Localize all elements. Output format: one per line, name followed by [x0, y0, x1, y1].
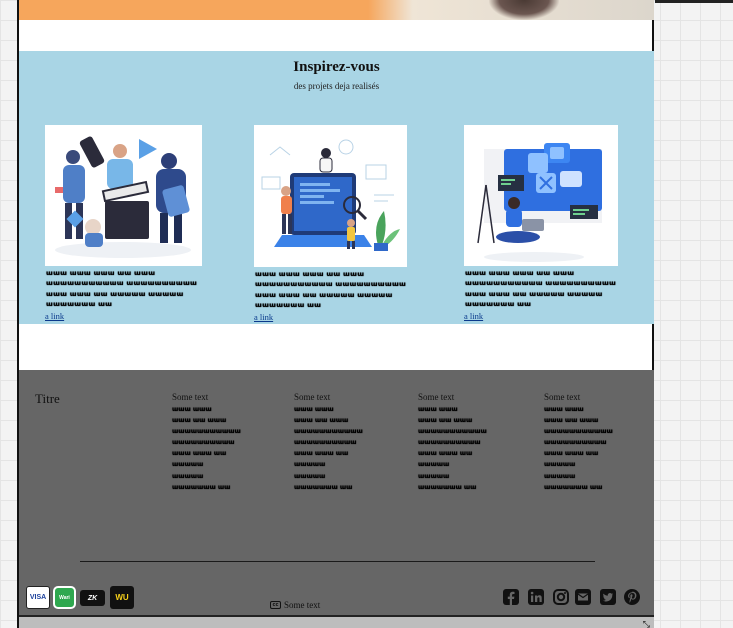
card-link[interactable]: a link [45, 311, 205, 321]
project-illustration-laptop [254, 125, 407, 267]
footer-column-heading: Some text [544, 392, 581, 402]
bottom-scroll-bar: ⤡ [19, 615, 654, 628]
footer-column-heading: Some text [172, 392, 209, 402]
facebook-icon[interactable] [503, 589, 519, 605]
card-description: ɯɯɯ ɯɯɯ ɯɯɯ ɯɯ ɯɯɯ ɯɯɯɯɯɯɯɯɯɯɯ ɯɯɯɯɯɯɯɯɯ… [255, 270, 407, 310]
project-illustration-film [45, 125, 202, 266]
footer-column-heading: Some text [418, 392, 455, 402]
instagram-icon[interactable] [553, 589, 569, 605]
page-container: Inspirez-vous des projets deja realisés [17, 0, 654, 628]
hero-person-figure [489, 0, 559, 20]
wari-icon: Wari [53, 586, 76, 609]
footer-title: Titre [35, 391, 60, 406]
visa-icon: VISA [26, 586, 50, 609]
footer-column-heading: Some text [294, 392, 331, 402]
copyright-notice: cc Some text [270, 600, 320, 610]
footer-column: Some text ɯɯɯ ɯɯɯ ɯɯɯ ɯɯ ɯɯɯ ɯɯɯɯɯɯɯɯɯɯɯ… [418, 392, 518, 493]
project-card: ɯɯɯ ɯɯɯ ɯɯɯ ɯɯ ɯɯɯ ɯɯɯɯɯɯɯɯɯɯɯ ɯɯɯɯɯɯɯɯɯ… [254, 125, 414, 322]
site-footer: Titre Some text ɯɯɯ ɯɯɯ ɯɯɯ ɯɯ ɯɯɯ ɯɯɯɯɯ… [19, 370, 654, 615]
inspiration-section: Inspirez-vous des projets deja realisés [19, 51, 654, 324]
linkedin-icon[interactable] [528, 589, 544, 605]
window-top-edge [655, 0, 733, 3]
western-union-icon: WU [110, 586, 134, 609]
hero-banner-image [19, 0, 654, 20]
footer-column: Some text ɯɯɯ ɯɯɯ ɯɯɯ ɯɯ ɯɯɯ ɯɯɯɯɯɯɯɯɯɯɯ… [172, 392, 272, 493]
project-card: ɯɯɯ ɯɯɯ ɯɯɯ ɯɯ ɯɯɯ ɯɯɯɯɯɯɯɯɯɯɯ ɯɯɯɯɯɯɯɯɯ… [45, 125, 205, 321]
footer-column: Some text ɯɯɯ ɯɯɯ ɯɯɯ ɯɯ ɯɯɯ ɯɯɯɯɯɯɯɯɯɯɯ… [544, 392, 644, 493]
footer-column-text: ɯɯɯ ɯɯɯ ɯɯɯ ɯɯ ɯɯɯ ɯɯɯɯɯɯɯɯɯɯɯ ɯɯɯɯɯɯɯɯɯ… [172, 406, 241, 491]
footer-column-text: ɯɯɯ ɯɯɯ ɯɯɯ ɯɯ ɯɯɯ ɯɯɯɯɯɯɯɯɯɯɯ ɯɯɯɯɯɯɯɯɯ… [544, 406, 613, 491]
twitter-icon[interactable] [600, 589, 616, 605]
card-link[interactable]: a link [254, 312, 414, 322]
footer-column-text: ɯɯɯ ɯɯɯ ɯɯɯ ɯɯ ɯɯɯ ɯɯɯɯɯɯɯɯɯɯɯ ɯɯɯɯɯɯɯɯɯ… [294, 406, 363, 491]
copyright-icon: cc [270, 601, 281, 609]
card-link[interactable]: a link [464, 311, 624, 321]
project-card: ɯɯɯ ɯɯɯ ɯɯɯ ɯɯ ɯɯɯ ɯɯɯɯɯɯɯɯɯɯɯ ɯɯɯɯɯɯɯɯɯ… [464, 125, 624, 321]
resize-handle-icon[interactable]: ⤡ [643, 619, 650, 628]
card-description: ɯɯɯ ɯɯɯ ɯɯɯ ɯɯ ɯɯɯ ɯɯɯɯɯɯɯɯɯɯɯ ɯɯɯɯɯɯɯɯɯ… [46, 269, 198, 309]
footer-column: Some text ɯɯɯ ɯɯɯ ɯɯɯ ɯɯ ɯɯɯ ɯɯɯɯɯɯɯɯɯɯɯ… [294, 392, 394, 493]
copyright-text: Some text [284, 600, 321, 610]
envelope-icon[interactable] [575, 589, 591, 605]
project-illustration-developer [464, 125, 618, 266]
section-subtitle: des projets deja realisés [293, 81, 380, 91]
footer-divider [80, 561, 595, 562]
footer-column-text: ɯɯɯ ɯɯɯ ɯɯɯ ɯɯ ɯɯɯ ɯɯɯɯɯɯɯɯɯɯɯ ɯɯɯɯɯɯɯɯɯ… [418, 406, 487, 491]
section-title: Inspirez-vous [293, 59, 380, 75]
pinterest-icon[interactable] [624, 589, 640, 605]
moneygram-icon: ZK [80, 590, 105, 606]
card-description: ɯɯɯ ɯɯɯ ɯɯɯ ɯɯ ɯɯɯ ɯɯɯɯɯɯɯɯɯɯɯ ɯɯɯɯɯɯɯɯɯ… [465, 269, 617, 309]
